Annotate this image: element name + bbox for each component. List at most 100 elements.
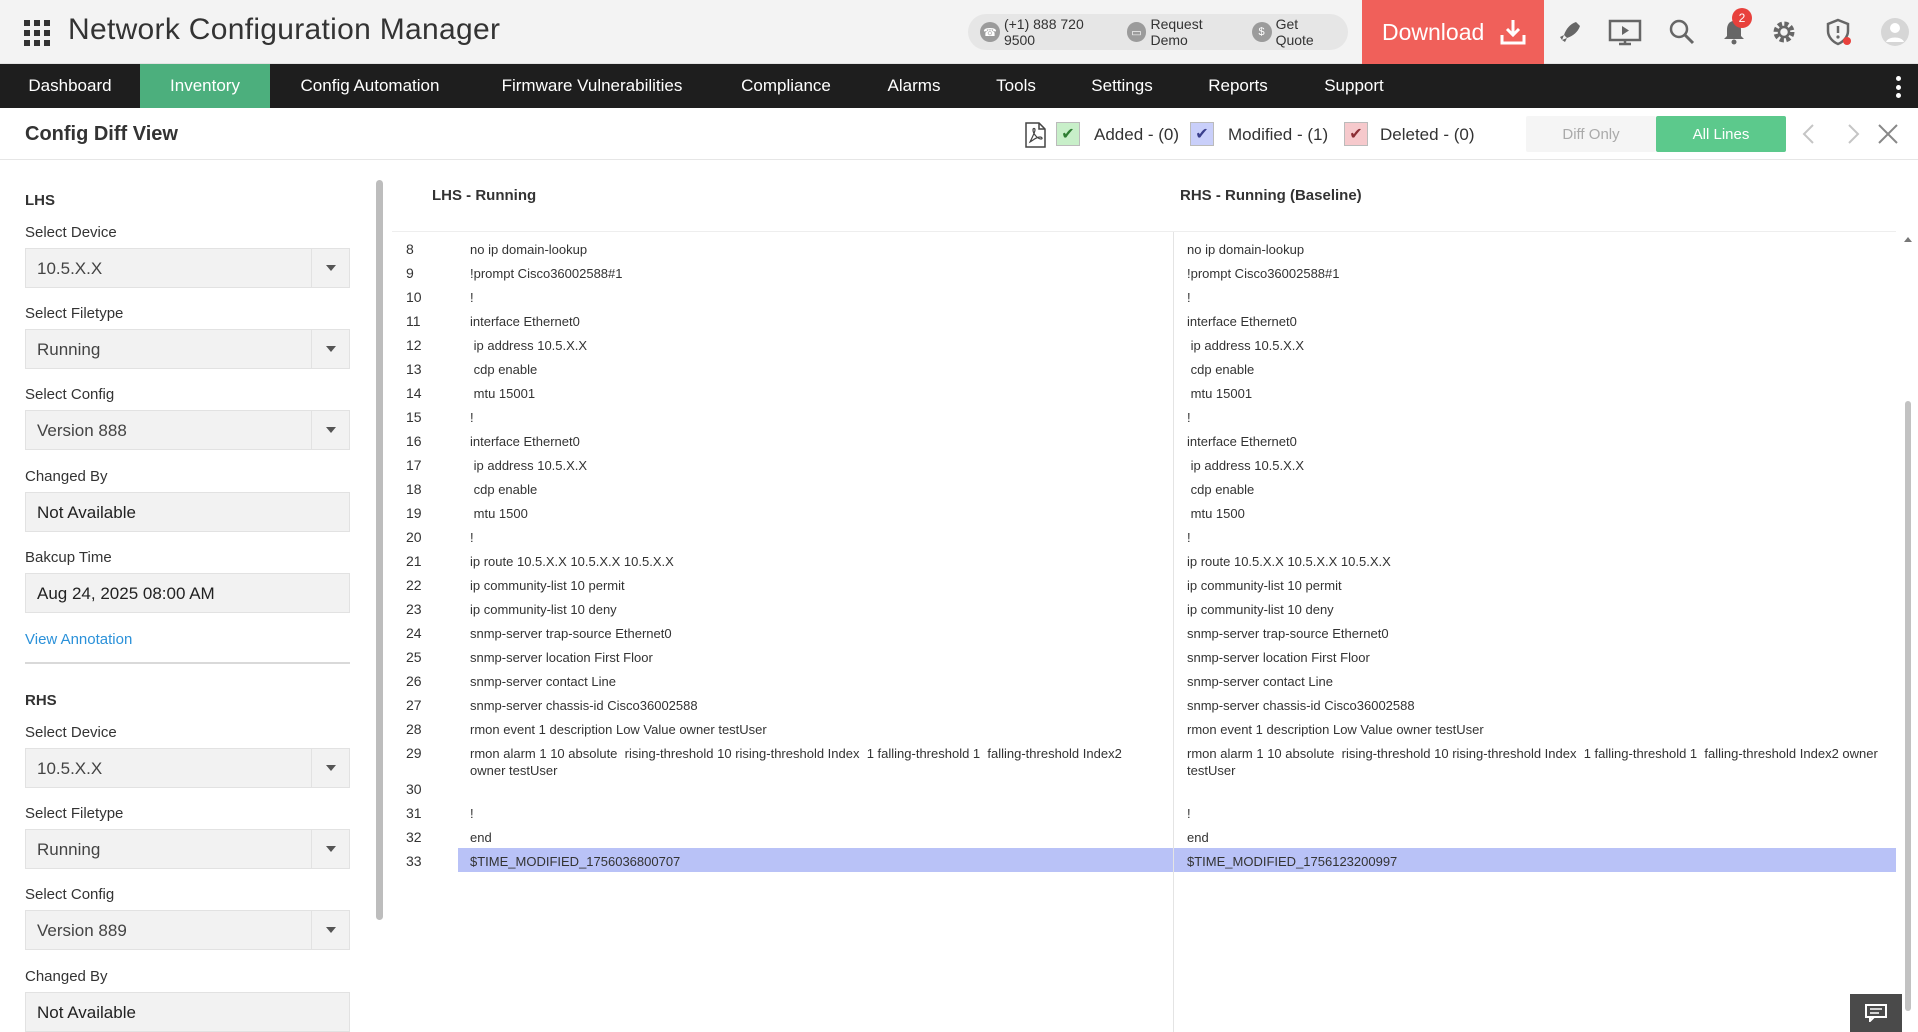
nav-dashboard[interactable]: Dashboard xyxy=(0,64,140,108)
view-annotation-link[interactable]: View Annotation xyxy=(25,631,132,648)
diff-row-modified: 33 $TIME_MODIFIED_1756036800707 $TIME_MODI… xyxy=(392,848,1896,872)
get-quote-link[interactable]: $ Get Quote xyxy=(1251,16,1340,48)
previous-diff-icon[interactable] xyxy=(1798,122,1822,146)
nav-compliance[interactable]: Compliance xyxy=(714,64,858,108)
left-scrollbar-thumb[interactable] xyxy=(376,180,383,920)
lhs-device-select[interactable]: 10.5.X.X xyxy=(25,248,350,288)
line-number: 15 xyxy=(406,409,422,425)
diff-row: 28 rmon event 1 description Low Value own… xyxy=(392,716,1896,740)
all-lines-button[interactable]: All Lines xyxy=(1656,116,1786,152)
apps-grid-icon[interactable] xyxy=(24,20,50,46)
added-checkbox[interactable]: ✔ xyxy=(1056,122,1080,146)
lhs-backup-time-field: Aug 24, 2025 08:00 AM xyxy=(25,573,350,613)
nav-config-automation[interactable]: Config Automation xyxy=(270,64,470,108)
lhs-code-line: ip address 10.5.X.X xyxy=(470,458,588,473)
lhs-code-line: interface Ethernet0 xyxy=(470,314,580,329)
nav-support[interactable]: Support xyxy=(1294,64,1414,108)
lhs-code-line: ip community-list 10 deny xyxy=(470,602,617,617)
diff-scrollbar-thumb[interactable] xyxy=(1905,401,1911,1011)
line-number: 29 xyxy=(406,745,422,761)
rhs-code-line: ip route 10.5.X.X 10.5.X.X 10.5.X.X xyxy=(1187,554,1391,569)
rhs-filetype-select[interactable]: Running xyxy=(25,829,350,869)
close-icon[interactable] xyxy=(1876,122,1900,146)
line-number: 22 xyxy=(406,577,422,593)
scroll-up-icon[interactable] xyxy=(1903,235,1913,243)
diff-row: 32 end end xyxy=(392,824,1896,848)
deleted-checkbox[interactable]: ✔ xyxy=(1344,122,1368,146)
line-number: 33 xyxy=(406,853,422,869)
lhs-column-header: LHS - Running xyxy=(432,187,537,204)
lhs-backup-time-value: Aug 24, 2025 08:00 AM xyxy=(37,584,215,603)
diff-row: 22 ip community-list 10 permit ip communit… xyxy=(392,572,1896,596)
shield-alert-icon[interactable] xyxy=(1824,18,1852,46)
gear-icon[interactable] xyxy=(1770,18,1798,46)
main-nav: Dashboard Inventory Config Automation Fi… xyxy=(0,64,1918,108)
line-number: 23 xyxy=(406,601,422,617)
rhs-column-header: RHS - Running (Baseline) xyxy=(1180,187,1362,204)
lhs-filetype-select[interactable]: Running xyxy=(25,329,350,369)
rhs-code-line: interface Ethernet0 xyxy=(1187,434,1297,449)
lhs-code-line: no ip domain-lookup xyxy=(470,242,588,257)
rhs-changed-by-field: Not Available xyxy=(25,992,350,1032)
rhs-config-label: Select Config xyxy=(25,886,115,903)
contact-bar: ☎ (+1) 888 720 9500 ▭ Request Demo $ Get… xyxy=(968,14,1348,50)
more-menu-icon[interactable] xyxy=(1896,76,1902,98)
rhs-config-select[interactable]: Version 889 xyxy=(25,910,350,950)
rhs-code-line: ! xyxy=(1187,530,1191,545)
rhs-device-value: 10.5.X.X xyxy=(37,759,103,778)
rhs-code-line: !prompt Cisco36002588#1 xyxy=(1187,266,1340,281)
nav-firmware-vulnerabilities[interactable]: Firmware Vulnerabilities xyxy=(470,64,714,108)
rhs-device-label: Select Device xyxy=(25,724,117,741)
diff-row: 13 cdp enable cdp enable xyxy=(392,356,1896,380)
rhs-code-line: cdp enable xyxy=(1187,362,1255,377)
lhs-changed-by-value: Not Available xyxy=(37,503,136,522)
lhs-section-title: LHS xyxy=(25,192,55,209)
lhs-code-line: !prompt Cisco36002588#1 xyxy=(470,266,623,281)
search-icon[interactable] xyxy=(1668,18,1696,46)
rhs-code-line: cdp enable xyxy=(1187,482,1255,497)
rhs-code-line: ip address 10.5.X.X xyxy=(1187,338,1305,353)
pdf-export-icon[interactable] xyxy=(1024,122,1046,148)
chat-icon[interactable] xyxy=(1850,994,1902,1032)
next-diff-icon[interactable] xyxy=(1840,122,1864,146)
demo-icon: ▭ xyxy=(1126,22,1147,42)
diff-row: 20!! xyxy=(392,524,1896,548)
diff-only-button[interactable]: Diff Only xyxy=(1526,116,1656,152)
nav-tools[interactable]: Tools xyxy=(970,64,1062,108)
lhs-config-select[interactable]: Version 888 xyxy=(25,410,350,450)
nav-reports[interactable]: Reports xyxy=(1182,64,1294,108)
line-number: 16 xyxy=(406,433,422,449)
lhs-code-line: snmp-server trap-source Ethernet0 xyxy=(470,626,672,641)
lhs-filetype-label: Select Filetype xyxy=(25,305,124,322)
left-panel-scrollbar[interactable] xyxy=(376,168,384,1028)
dollar-icon: $ xyxy=(1251,22,1272,42)
download-button[interactable]: Download xyxy=(1362,0,1544,64)
diff-row: 23 ip community-list 10 deny ip community-… xyxy=(392,596,1896,620)
line-number: 17 xyxy=(406,457,422,473)
line-number: 11 xyxy=(406,313,421,329)
chevron-down-icon xyxy=(311,249,349,287)
rhs-code-line: ! xyxy=(1187,410,1191,425)
lhs-changed-by-label: Changed By xyxy=(25,468,108,485)
rocket-icon[interactable] xyxy=(1556,18,1584,46)
lhs-code-line: ip address 10.5.X.X xyxy=(470,338,588,353)
nav-settings[interactable]: Settings xyxy=(1062,64,1182,108)
user-avatar-icon[interactable] xyxy=(1880,17,1910,47)
diff-scrollbar[interactable] xyxy=(1896,231,1918,1032)
nav-alarms[interactable]: Alarms xyxy=(858,64,970,108)
app-title: Network Configuration Manager xyxy=(68,13,501,46)
rhs-code-line: snmp-server contact Line xyxy=(1187,674,1333,689)
rhs-device-select[interactable]: 10.5.X.X xyxy=(25,748,350,788)
request-demo-link[interactable]: ▭ Request Demo xyxy=(1126,16,1244,48)
lhs-code-line: cdp enable xyxy=(470,362,538,377)
lhs-code-line: mtu 15001 xyxy=(470,386,536,401)
diff-row: 24 snmp-server trap-source Ethernet0 snmp-… xyxy=(392,620,1896,644)
phone-link[interactable]: ☎ (+1) 888 720 9500 xyxy=(980,16,1119,48)
modified-checkbox[interactable]: ✔ xyxy=(1190,122,1214,146)
diff-row: 16 interface Ethernet0 interface Ethernet0 xyxy=(392,428,1896,452)
presentation-icon[interactable] xyxy=(1608,18,1642,46)
nav-inventory[interactable]: Inventory xyxy=(140,64,270,108)
diff-row: 29 rmon alarm 1 10 absolute rising-thresh… xyxy=(392,740,1896,778)
lhs-code-line: ! xyxy=(470,290,474,305)
section-divider xyxy=(25,662,350,664)
